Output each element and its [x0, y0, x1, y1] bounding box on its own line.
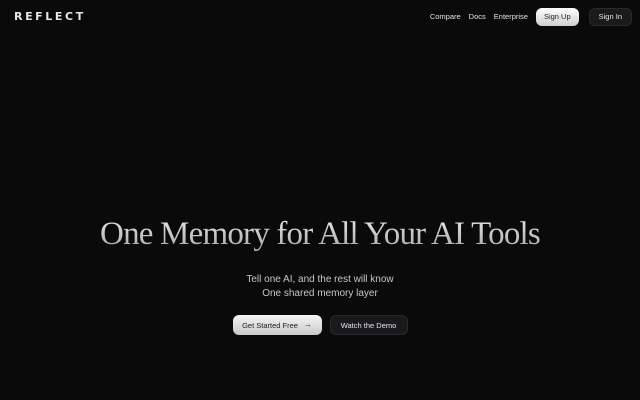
watch-demo-button[interactable]: Watch the Demo — [329, 315, 408, 335]
nav-link-enterprise[interactable]: Enterprise — [494, 8, 528, 26]
hero-subtitle: Tell one AI, and the rest will know One … — [0, 273, 640, 301]
hero-subline-1: Tell one AI, and the rest will know — [246, 274, 394, 285]
hero-subline-2: One shared memory layer — [262, 288, 378, 299]
sign-in-button[interactable]: Sign In — [588, 8, 632, 26]
nav-links: Compare Docs Enterprise Sign Up Sign In — [430, 8, 632, 26]
cta-row: Get Started Free → Watch the Demo — [0, 315, 640, 335]
nav-link-docs[interactable]: Docs — [469, 8, 486, 26]
hero-section: One Memory for All Your AI Tools Tell on… — [0, 212, 640, 335]
get-started-label: Get Started Free — [242, 320, 298, 330]
arrow-right-icon: → — [303, 320, 312, 329]
hero-headline: One Memory for All Your AI Tools — [0, 212, 640, 256]
nav-link-compare[interactable]: Compare — [430, 8, 461, 26]
top-nav: REFLECT Compare Docs Enterprise Sign Up … — [0, 0, 640, 34]
brand-logo[interactable]: REFLECT — [14, 10, 86, 24]
get-started-button[interactable]: Get Started Free → — [232, 315, 322, 335]
sign-up-button[interactable]: Sign Up — [535, 8, 579, 26]
